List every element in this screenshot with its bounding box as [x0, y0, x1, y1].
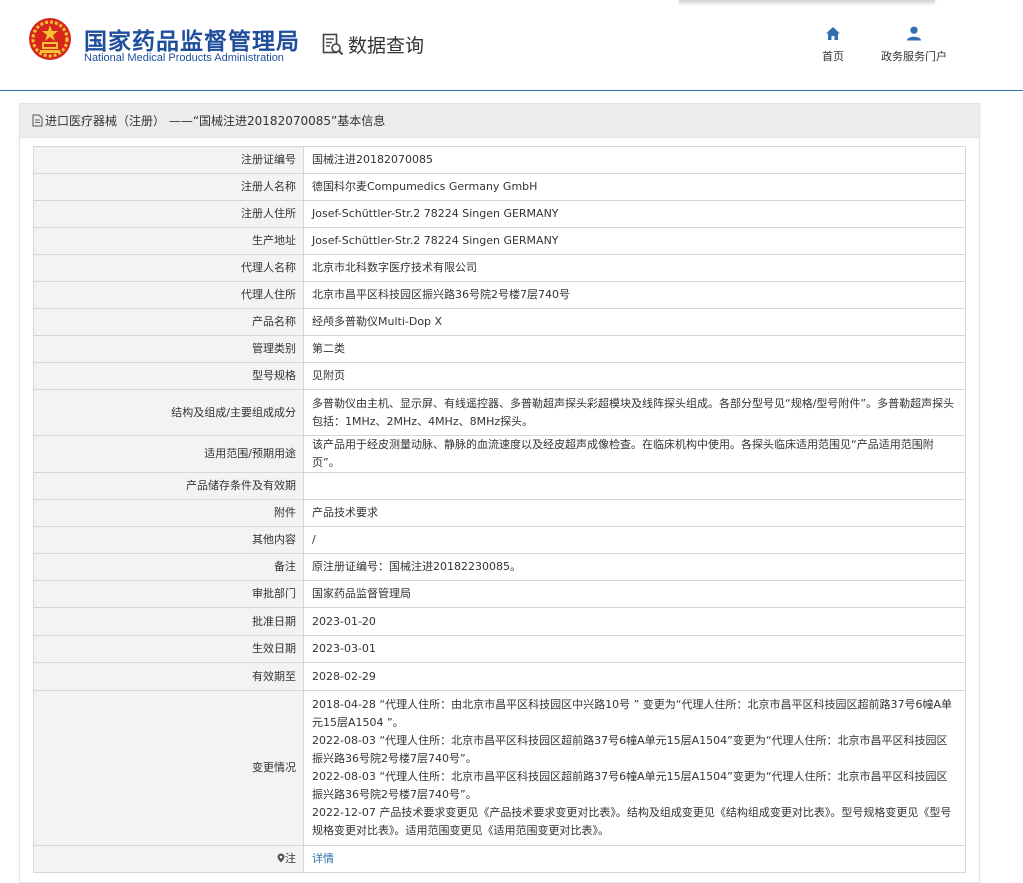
row-value: 国械注进20182070085 [303, 146, 966, 174]
row-label: 产品储存条件及有效期 [33, 472, 304, 500]
user-icon [907, 26, 921, 41]
row-label: 代理人名称 [33, 254, 304, 282]
table-row: 结构及组成/主要组成成分 多普勒仪由主机、显示屏、有线遥控器、多普勒超声探头彩超… [33, 389, 966, 436]
table-row: 有效期至 2028-02-29 [33, 662, 966, 691]
row-value: 见附页 [303, 362, 966, 390]
table-row: 适用范围/预期用途 该产品用于经皮测量动脉、静脉的血流速度以及经皮超声成像检查。… [33, 435, 966, 473]
panel-title: 进口医疗器械（注册） ——“国械注进20182070085”基本信息 [45, 114, 386, 128]
row-label: 结构及组成/主要组成成分 [33, 389, 304, 436]
data-query-section: 数据查询 [322, 31, 424, 58]
row-label: 审批部门 [33, 580, 304, 608]
org-subtitle: National Medical Products Administration [84, 52, 284, 64]
table-row: 批准日期 2023-01-20 [33, 607, 966, 636]
table-row: 代理人住所 北京市昌平区科技园区振兴路36号院2号楼7层740号 [33, 281, 966, 309]
row-label: 注 [285, 852, 296, 865]
row-label: 型号规格 [33, 362, 304, 390]
change-entry: 2022-08-03 “代理人住所：北京市昌平区科技园区超前路37号6幢A单元1… [312, 770, 948, 801]
table-row: 附件 产品技术要求 [33, 499, 966, 527]
row-label: 代理人住所 [33, 281, 304, 309]
row-value: 产品技术要求 [303, 499, 966, 527]
row-label: 其他内容 [33, 526, 304, 554]
row-label: 生产地址 [33, 227, 304, 255]
table-row: 审批部门 国家药品监督管理局 [33, 580, 966, 608]
table-row: 生产地址 Josef-Schüttler-Str.2 78224 Singen … [33, 227, 966, 255]
row-value: 详情 [303, 845, 966, 873]
row-label: 管理类别 [33, 335, 304, 363]
row-label: 注册人住所 [33, 200, 304, 228]
row-label: 产品名称 [33, 308, 304, 336]
national-emblem-icon [29, 18, 71, 60]
details-link[interactable]: 详情 [312, 852, 334, 865]
table-row: 产品名称 经颅多普勒仪Multi-Dop X [33, 308, 966, 336]
row-value: Josef-Schüttler-Str.2 78224 Singen GERMA… [303, 227, 966, 255]
top-dropdown-edge [679, 0, 935, 2]
changes-cell: 2018-04-28 “代理人住所：由北京市昌平区科技园区中兴路10号 ” 变更… [303, 690, 966, 846]
row-label: 批准日期 [33, 607, 304, 636]
row-value: 原注册证编号：国械注进20182230085。 [303, 553, 966, 581]
section-title: 数据查询 [348, 35, 425, 57]
row-value: 德国科尔麦Compumedics Germany GmbH [303, 173, 966, 201]
row-value: 国家药品监督管理局 [303, 580, 966, 608]
row-label: 注册证编号 [33, 146, 304, 174]
row-value [303, 472, 966, 500]
site-header: 国家药品监督管理局 National Medical Products Admi… [0, 0, 1023, 91]
nav-home-label: 首页 [822, 50, 844, 63]
detail-panel: 进口医疗器械（注册） ——“国械注进20182070085”基本信息 注册证编号… [19, 103, 980, 883]
note-label-cell: 注 [33, 845, 304, 873]
change-entry: 2018-04-28 “代理人住所：由北京市昌平区科技园区中兴路10号 ” 变更… [312, 698, 953, 729]
row-value: Josef-Schüttler-Str.2 78224 Singen GERMA… [303, 200, 966, 228]
change-entry: 2022-08-03 “代理人住所：北京市昌平区科技园区超前路37号6幢A单元1… [312, 734, 948, 765]
nav-home[interactable]: 首页 [818, 26, 848, 64]
row-value: / [303, 526, 966, 554]
registration-info-table: 注册证编号 国械注进20182070085 注册人名称 德国科尔麦Compume… [33, 146, 966, 873]
table-row: 注 详情 [33, 845, 966, 873]
change-entry: 2022-12-07 产品技术要求变更见《产品技术要求变更对比表》。结构及组成变… [312, 806, 952, 837]
document-icon [32, 114, 43, 127]
nav-portal[interactable]: 政务服务门户 [877, 26, 951, 64]
table-row: 管理类别 第二类 [33, 335, 966, 363]
table-row: 注册人名称 德国科尔麦Compumedics Germany GmbH [33, 173, 966, 201]
row-label: 附件 [33, 499, 304, 527]
panel-header: 进口医疗器械（注册） ——“国械注进20182070085”基本信息 [20, 104, 979, 138]
row-value: 多普勒仪由主机、显示屏、有线遥控器、多普勒超声探头彩超模块及线阵探头组成。各部分… [303, 389, 966, 436]
table-row: 备注 原注册证编号：国械注进20182230085。 [33, 553, 966, 581]
table-row: 注册人住所 Josef-Schüttler-Str.2 78224 Singen… [33, 200, 966, 228]
nav-portal-label: 政务服务门户 [881, 50, 947, 63]
pin-icon [277, 853, 285, 863]
table-row: 注册证编号 国械注进20182070085 [33, 146, 966, 174]
table-row: 型号规格 见附页 [33, 362, 966, 390]
row-label: 适用范围/预期用途 [33, 435, 304, 473]
row-value: 第二类 [303, 335, 966, 363]
row-value: 北京市昌平区科技园区振兴路36号院2号楼7层740号 [303, 281, 966, 309]
table-row: 代理人名称 北京市北科数字医疗技术有限公司 [33, 254, 966, 282]
row-label: 变更情况 [33, 690, 304, 846]
row-value: 2023-01-20 [303, 607, 966, 636]
row-value: 该产品用于经皮测量动脉、静脉的血流速度以及经皮超声成像检查。在临床机构中使用。各… [303, 435, 966, 473]
table-row: 产品储存条件及有效期 [33, 472, 966, 500]
row-label: 有效期至 [33, 662, 304, 691]
table-row: 变更情况 2018-04-28 “代理人住所：由北京市昌平区科技园区中兴路10号… [33, 690, 966, 846]
row-label: 备注 [33, 553, 304, 581]
row-value: 经颅多普勒仪Multi-Dop X [303, 308, 966, 336]
row-value: 北京市北科数字医疗技术有限公司 [303, 254, 966, 282]
row-label: 注册人名称 [33, 173, 304, 201]
row-label: 生效日期 [33, 635, 304, 663]
home-icon [826, 27, 840, 40]
row-value: 2028-02-29 [303, 662, 966, 691]
row-value: 2023-03-01 [303, 635, 966, 663]
org-title: 国家药品监督管理局 [84, 29, 300, 55]
table-row: 生效日期 2023-03-01 [33, 635, 966, 663]
table-row: 其他内容 / [33, 526, 966, 554]
search-document-icon [322, 33, 344, 55]
